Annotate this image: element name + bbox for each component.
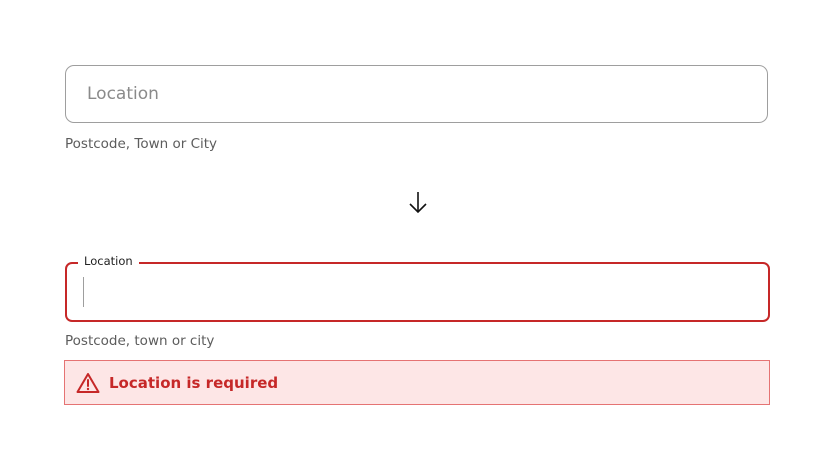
location-input-default[interactable] — [65, 65, 768, 123]
error-message: Location is required — [109, 373, 279, 392]
location-input-error[interactable]: Location — [65, 253, 770, 322]
error-banner: Location is required — [64, 360, 770, 405]
text-caret — [83, 277, 84, 307]
arrow-down-icon — [409, 192, 427, 214]
location-field[interactable] — [66, 66, 767, 122]
location-hint-error: Postcode, town or city — [65, 333, 215, 349]
location-hint-default: Postcode, Town or City — [65, 136, 218, 152]
warning-triangle-icon — [76, 372, 100, 394]
location-field-focused[interactable] — [67, 264, 768, 320]
